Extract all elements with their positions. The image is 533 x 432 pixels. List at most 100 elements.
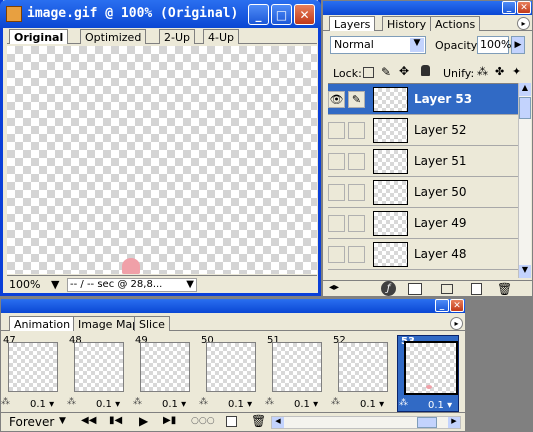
frames-hscrollbar[interactable]: ◀ ▶ [271,416,461,429]
frame-delay[interactable]: 0.1 ▾ [162,399,186,410]
first-frame-icon[interactable]: ◀◀ [81,415,96,426]
tab-2-up[interactable]: 2-Up [159,29,196,44]
tab-4-up[interactable]: 4-Up [203,29,240,44]
play-icon[interactable]: ▶ [139,414,148,428]
visibility-toggle[interactable] [328,246,345,263]
layer-row[interactable]: Layer 48 [328,239,518,270]
animation-frame[interactable]: 52 ⁂ 0.1 ▾ [330,335,392,412]
lock-transparency-icon[interactable] [363,67,374,78]
tab-original[interactable]: Original [9,29,69,44]
frame-delay-value: 0.1 [96,399,112,410]
layers-palette-titlebar[interactable]: _ ✕ [323,1,532,15]
layers-scrollbar[interactable]: ▲ ▼ [518,83,531,278]
animation-frame[interactable]: 50 ⁂ 0.1 ▾ [198,335,260,412]
trash-icon[interactable]: 🗑 [251,414,266,428]
duplicate-frame-icon[interactable] [226,416,237,427]
animation-frame[interactable]: 48 ⁂ 0.1 ▾ [66,335,128,412]
tab-optimized[interactable]: Optimized [80,29,147,44]
frame-delay[interactable]: 0.1 ▾ [428,400,452,411]
layer-row[interactable]: 👁 ✎ Layer 53 [328,84,518,115]
close-button[interactable]: ✕ [294,4,315,25]
palette-close-button[interactable]: ✕ [517,1,531,14]
frame-delay[interactable]: 0.1 ▾ [360,399,384,410]
visibility-toggle[interactable] [328,122,345,139]
layer-style-icon[interactable]: ƒ [381,281,396,296]
layer-row[interactable]: Layer 52 [328,115,518,146]
palette-menu-button[interactable]: ▸ [517,17,530,30]
scroll-down-arrow[interactable]: ▼ [519,265,531,278]
scroll-left-arrow[interactable]: ◀ [272,417,284,428]
layer-mask-icon[interactable] [408,283,422,295]
scroll-thumb[interactable] [519,97,531,119]
opacity-value: 100% [480,38,512,51]
lock-paint-icon[interactable]: ✎ [381,65,391,79]
previous-frame-icon[interactable]: ▮◀ [109,415,122,426]
next-frame-icon[interactable]: ▶▮ [163,415,176,426]
disposal-icon[interactable]: ⁂ [265,397,274,407]
unify-visibility-icon[interactable]: ✤ [495,65,504,78]
frame-delay[interactable]: 0.1 ▾ [96,399,120,410]
palette-menu-button[interactable]: ▸ [450,317,463,330]
disposal-icon[interactable]: ⁂ [1,397,10,407]
scroll-right-arrow[interactable]: ▶ [448,417,460,428]
link-toggle[interactable] [348,153,365,170]
layer-row[interactable]: Layer 49 [328,208,518,239]
visibility-toggle[interactable] [328,215,345,232]
tab-history[interactable]: History [382,16,432,31]
layer-name: Layer 51 [414,154,467,168]
tab-layers[interactable]: Layers [329,16,376,31]
animation-frame[interactable]: 51 ⁂ 0.1 ▾ [264,335,326,412]
scroll-thumb[interactable] [417,417,437,428]
tween-icon[interactable]: ○○○ [191,416,215,426]
link-toggle[interactable] [348,184,365,201]
maximize-button[interactable]: □ [271,4,292,25]
link-toggle[interactable] [348,215,365,232]
chevron-down-icon: ▼ [59,416,66,426]
visibility-eye-icon[interactable]: 👁 [328,91,345,108]
frame-delay[interactable]: 0.1 ▾ [228,399,252,410]
pink-petal-graphic [426,385,432,389]
disposal-icon[interactable]: ⁂ [331,397,340,407]
palette-minimize-button[interactable]: _ [502,1,516,14]
new-layer-icon[interactable] [471,283,482,295]
zoom-select[interactable]: 100% ▼ [9,278,64,292]
animation-frame[interactable]: 49 ⁂ 0.1 ▾ [132,335,194,412]
link-toggle[interactable] [348,246,365,263]
palette-close-button[interactable]: ✕ [450,299,464,312]
layer-row[interactable]: Layer 51 [328,146,518,177]
frame-delay[interactable]: 0.1 ▾ [294,399,318,410]
unify-style-icon[interactable]: ✦ [512,65,521,78]
layer-row[interactable]: Layer 50 [328,177,518,208]
lock-all-icon[interactable] [421,65,430,76]
link-toggle[interactable] [348,122,365,139]
image-canvas[interactable] [7,46,317,274]
tab-animation[interactable]: Animation [9,316,76,331]
frame-delay[interactable]: 0.1 ▾ [30,399,54,410]
loop-select[interactable]: Forever ▼ [9,415,69,429]
trash-icon[interactable]: 🗑 [497,282,512,296]
tab-slice[interactable]: Slice [134,316,170,331]
new-set-icon[interactable] [441,284,453,294]
blend-mode-select[interactable]: Normal ▼ [330,36,426,54]
animation-frame-selected[interactable]: 53 ⁂ 0.1 ▾ [397,335,459,412]
disposal-icon[interactable]: ⁂ [67,397,76,407]
image-window-titlebar[interactable]: image.gif @ 100% (Original) _ □ ✕ [0,0,321,28]
paintbrush-icon[interactable]: ✎ [348,91,365,108]
palette-minimize-button[interactable]: _ [435,299,449,312]
opacity-input[interactable]: 100% [477,36,512,54]
download-time-select[interactable]: -- / -- sec @ 28,8... ▼ [67,278,197,292]
animation-titlebar[interactable]: _ ✕ [1,299,465,313]
visibility-toggle[interactable] [328,184,345,201]
visibility-toggle[interactable] [328,153,345,170]
scroll-up-arrow[interactable]: ▲ [519,83,531,96]
disposal-icon[interactable]: ⁂ [399,398,408,408]
unify-position-icon[interactable]: ⁂ [477,65,488,78]
link-layers-icon[interactable]: ◂▸ [329,282,339,293]
animation-frame[interactable]: 47 ⁂ 0.1 ▾ [0,335,62,412]
opacity-slider-button[interactable]: ▶ [511,36,525,54]
minimize-button[interactable]: _ [248,4,269,25]
tab-actions[interactable]: Actions [430,16,481,31]
lock-move-icon[interactable]: ✥ [399,64,409,78]
disposal-icon[interactable]: ⁂ [133,397,142,407]
disposal-icon[interactable]: ⁂ [199,397,208,407]
